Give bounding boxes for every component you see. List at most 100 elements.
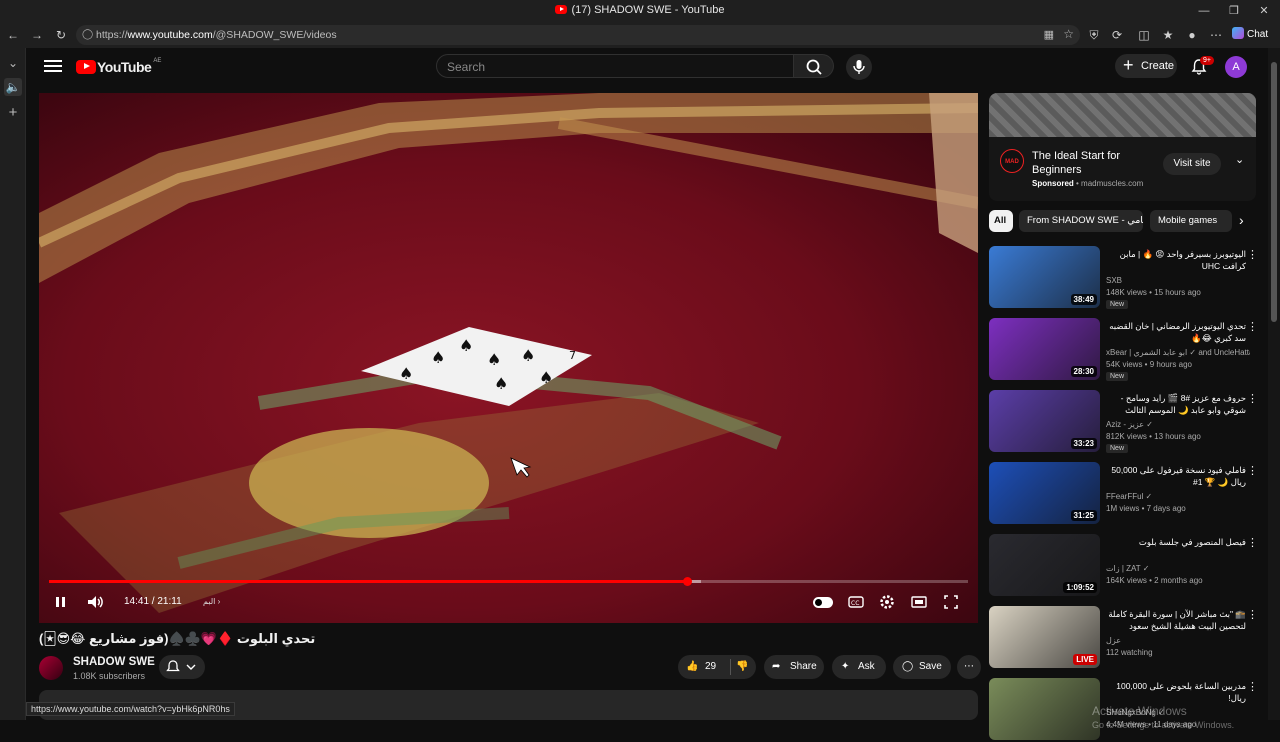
recommendation-channel[interactable]: SXB bbox=[1106, 276, 1250, 285]
microphone-icon bbox=[853, 60, 865, 74]
settings-button[interactable] bbox=[877, 590, 897, 614]
chip-all[interactable]: All bbox=[989, 210, 1013, 232]
profile-icon[interactable]: ● bbox=[1183, 26, 1201, 44]
new-tab-icon[interactable]: + bbox=[4, 104, 22, 122]
subscription-bell-button[interactable] bbox=[159, 655, 205, 679]
menu-icon[interactable] bbox=[44, 58, 62, 74]
video-player[interactable]: ♠ ♠ ♠ ♠ ♠ ♠ ♠ 7 14:41 / 21:11 البم › CC bbox=[39, 93, 978, 623]
recommendation-title[interactable]: مدربين الساعة بلحوض على 100,000 ريال! bbox=[1106, 680, 1246, 704]
progress-bar[interactable] bbox=[49, 577, 968, 586]
address-bar[interactable]: ◯ https://www.youtube.com/@SHADOW_SWE/vi… bbox=[76, 25, 1080, 45]
channel-name[interactable]: SHADOW SWE bbox=[73, 656, 155, 668]
refresh-icon[interactable]: ↻ bbox=[52, 26, 70, 44]
favorite-star-icon[interactable]: ☆ bbox=[1063, 27, 1074, 41]
recommendation-item[interactable]: 1:09:52 فيصل المنصور في جلسة بلوت زات | … bbox=[989, 534, 1258, 598]
url-text: https://www.youtube.com/@SHADOW_SWE/vide… bbox=[96, 29, 337, 41]
more-vertical-icon[interactable]: ⋮ bbox=[1247, 608, 1258, 622]
voice-search-button[interactable] bbox=[846, 54, 872, 80]
search-input[interactable]: Search bbox=[436, 54, 794, 78]
chapter-button[interactable]: البم › bbox=[203, 590, 220, 614]
recommendation-channel[interactable]: زات | ZAT ✓ bbox=[1106, 564, 1250, 573]
chevron-down-icon[interactable]: ⌄ bbox=[4, 54, 22, 72]
autoplay-toggle[interactable] bbox=[813, 597, 833, 608]
recommendation-title[interactable]: تحدي اليوتيوبرز الرمضاني | خان القضبه سد… bbox=[1106, 320, 1246, 344]
video-thumbnail[interactable]: 33:23 bbox=[989, 390, 1100, 452]
channel-avatar[interactable] bbox=[39, 656, 63, 680]
chip-mobile-games[interactable]: Mobile games bbox=[1150, 210, 1232, 232]
search-icon bbox=[806, 59, 822, 75]
captions-icon: CC bbox=[848, 596, 864, 608]
more-vertical-icon[interactable]: ⋮ bbox=[1247, 680, 1258, 694]
captions-button[interactable]: CC bbox=[846, 590, 866, 614]
search-button[interactable] bbox=[794, 54, 834, 78]
share-button[interactable]: ➦ Share bbox=[764, 655, 824, 679]
recommendation-channel[interactable]: Aziz - عزيز ✓ bbox=[1106, 420, 1250, 429]
extensions-icon[interactable]: ⟳ bbox=[1108, 26, 1126, 44]
recommendation-item[interactable]: LIVE 🕋 "بث مباشر الآن | سورة البقرة كامل… bbox=[989, 606, 1258, 670]
tab-audio-icon[interactable]: 🔈 bbox=[4, 78, 22, 96]
mute-button[interactable] bbox=[84, 590, 106, 614]
more-menu-icon[interactable]: ⋯ bbox=[1207, 26, 1225, 44]
video-thumbnail[interactable]: 1:09:52 bbox=[989, 534, 1100, 596]
video-thumbnail[interactable]: 31:25 bbox=[989, 462, 1100, 524]
ad-title[interactable]: The Ideal Start for Beginners bbox=[1032, 149, 1160, 177]
more-vertical-icon[interactable]: ⋮ bbox=[1247, 536, 1258, 550]
recommendation-title[interactable]: 🕋 "بث مباشر الآن | سورة البقرة كاملة لتح… bbox=[1106, 608, 1246, 634]
back-arrow-icon[interactable]: ← bbox=[4, 26, 22, 44]
account-avatar[interactable]: A bbox=[1225, 56, 1247, 78]
duration-badge: LIVE bbox=[1073, 654, 1097, 665]
svg-text:♠: ♠ bbox=[539, 368, 553, 387]
video-thumbnail[interactable] bbox=[989, 678, 1100, 740]
svg-text:♠: ♠ bbox=[459, 336, 473, 355]
more-vertical-icon[interactable]: ⋮ bbox=[1247, 464, 1258, 478]
fullscreen-button[interactable] bbox=[941, 590, 961, 614]
share-icon: ➦ bbox=[772, 661, 781, 672]
recommendation-title[interactable]: فيصل المنصور في جلسة بلوت bbox=[1106, 536, 1246, 548]
recommendation-channel[interactable]: FFearFFul ✓ bbox=[1106, 492, 1250, 501]
recommendation-item[interactable]: 33:23 حروف مع عزيز #8 🎬 رايد وسامح - شوق… bbox=[989, 390, 1258, 454]
new-badge: New bbox=[1106, 300, 1129, 309]
save-button[interactable]: ◯ Save bbox=[893, 655, 951, 679]
chip-from-channel[interactable]: From SHADOW SWE - سامي bbox=[1019, 210, 1143, 232]
shield-extension-icon[interactable]: ⛨ bbox=[1085, 26, 1103, 44]
video-thumbnail[interactable]: LIVE bbox=[989, 606, 1100, 668]
more-vertical-icon[interactable]: ⋮ bbox=[1247, 392, 1258, 406]
recommendation-title[interactable]: فاملي فيود نسخة فيرفول على 50,000 ريال 🌙… bbox=[1106, 464, 1246, 488]
video-frame: ♠ ♠ ♠ ♠ ♠ ♠ ♠ 7 bbox=[39, 93, 978, 623]
chevron-right-icon[interactable]: › bbox=[1239, 212, 1244, 228]
video-thumbnail[interactable]: 38:49 bbox=[989, 246, 1100, 308]
forward-arrow-icon[interactable]: → bbox=[28, 26, 46, 44]
page-scrollbar[interactable] bbox=[1268, 48, 1280, 720]
youtube-logo[interactable]: YouTube AE bbox=[76, 58, 161, 76]
minimize-button[interactable]: — bbox=[1190, 2, 1218, 20]
recommendation-item[interactable]: 38:49 اليوتيوبرز بسيرفر واحد 😡 🔥 | مابن … bbox=[989, 246, 1258, 310]
youtube-favicon-icon bbox=[555, 5, 568, 14]
recommendation-item[interactable]: 31:25 فاملي فيود نسخة فيرفول على 50,000 … bbox=[989, 462, 1258, 526]
scrubber-knob[interactable] bbox=[682, 577, 692, 586]
edge-vertical-tabs: ⌄ 🔈 + bbox=[0, 48, 26, 720]
more-actions-button[interactable]: ⋯ bbox=[957, 655, 981, 679]
split-screen-icon[interactable]: ◫ bbox=[1135, 26, 1153, 44]
favorites-icon[interactable]: ★ bbox=[1159, 26, 1177, 44]
restore-button[interactable]: ❐ bbox=[1220, 2, 1248, 20]
app-available-icon[interactable]: ▦ bbox=[1044, 28, 1054, 41]
scrollbar-thumb[interactable] bbox=[1271, 62, 1277, 322]
theater-mode-button[interactable] bbox=[909, 590, 929, 614]
like-button[interactable]: 👍 29 👎 bbox=[678, 655, 756, 679]
recommendation-title[interactable]: اليوتيوبرز بسيرفر واحد 😡 🔥 | مابن كرافت … bbox=[1106, 248, 1246, 272]
more-vertical-icon[interactable]: ⋮ bbox=[1247, 248, 1258, 262]
recommendation-item[interactable]: 28:30 تحدي اليوتيوبرز الرمضاني | خان الق… bbox=[989, 318, 1258, 382]
chevron-down-icon[interactable]: ⌄ bbox=[1235, 153, 1244, 166]
create-button[interactable]: Create bbox=[1115, 53, 1177, 78]
close-window-button[interactable]: ✕ bbox=[1250, 2, 1278, 20]
video-thumbnail[interactable]: 28:30 bbox=[989, 318, 1100, 380]
more-vertical-icon[interactable]: ⋮ bbox=[1247, 320, 1258, 334]
recommendation-channel[interactable]: عزل bbox=[1106, 636, 1250, 645]
copilot-chat-button[interactable]: Chat bbox=[1232, 27, 1268, 40]
recommendation-title[interactable]: حروف مع عزيز #8 🎬 رايد وسامح - شوقي وابو… bbox=[1106, 392, 1246, 416]
sponsored-ad[interactable]: MAD The Ideal Start for Beginners Sponso… bbox=[989, 93, 1256, 201]
recommendation-channel[interactable]: xBear | ابو عابد الشمري ✓ and UncleHatta… bbox=[1106, 348, 1250, 357]
pause-button[interactable] bbox=[51, 590, 71, 614]
ask-button[interactable]: ✦ Ask bbox=[832, 655, 886, 679]
visit-site-button[interactable]: Visit site bbox=[1163, 153, 1221, 175]
